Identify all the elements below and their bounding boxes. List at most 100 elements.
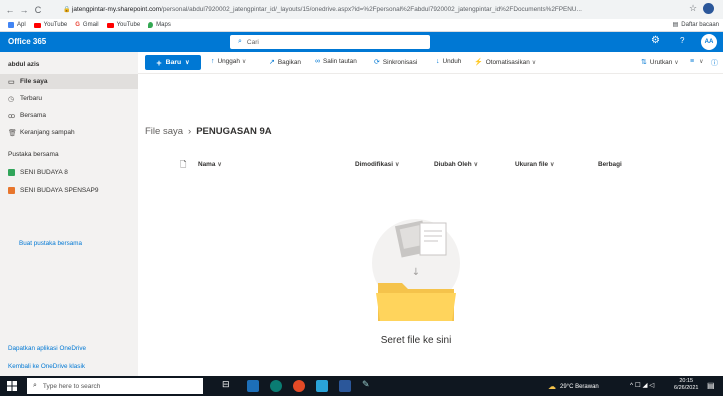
copy-link-button[interactable]: ∞ Salin tautan: [315, 58, 357, 65]
download-arrow-icon: ↓: [436, 58, 440, 65]
chevron-down-icon: ∨: [185, 60, 190, 66]
breadcrumb-root[interactable]: File saya: [145, 126, 183, 137]
chevron-down-icon: ∨: [674, 59, 679, 66]
maps-pin-icon: [148, 22, 154, 28]
shared-libraries-heading: Pustaka bersama: [8, 151, 59, 158]
bookmark-label: Apl: [17, 22, 26, 28]
bookmark-apps[interactable]: Apl: [8, 22, 26, 28]
automate-button[interactable]: ⚡ Otomatisasikan ∨: [474, 58, 537, 67]
flow-icon: ⚡: [474, 59, 483, 66]
forward-arrow-icon[interactable]: →: [17, 3, 31, 17]
classic-onedrive-link[interactable]: Kembali ke OneDrive klasik: [8, 363, 85, 370]
bookmark-youtube[interactable]: YouTube: [33, 22, 68, 28]
sidebar-item-library-1[interactable]: SENI BUDAYA 8: [0, 165, 138, 180]
bookmark-label: Maps: [156, 22, 171, 28]
gmail-icon: G: [75, 22, 80, 28]
bookmark-star-icon[interactable]: ☆: [689, 3, 697, 14]
chevron-down-icon: ∨: [473, 162, 479, 168]
sidebar-item-library-2[interactable]: SENI BUDAYA SPENSAP9: [0, 183, 138, 198]
back-arrow-icon[interactable]: ←: [3, 3, 17, 17]
view-list-icon: ≡: [690, 58, 695, 65]
info-pane-button[interactable]: ⓘ: [711, 58, 721, 68]
app-icon[interactable]: [316, 380, 328, 392]
column-modified[interactable]: Dimodifikasi ∨: [355, 161, 399, 168]
view-options-button[interactable]: ≡ ∨: [690, 58, 704, 65]
weather-widget[interactable]: ☁ 29°C Berawan: [548, 382, 599, 391]
lock-icon: 🔒: [63, 7, 71, 13]
reading-list[interactable]: ▤ Daftar bacaan: [672, 21, 719, 29]
profile-avatar[interactable]: [703, 3, 714, 14]
help-icon[interactable]: ?: [680, 36, 684, 45]
app-icon-2[interactable]: ✎: [362, 379, 374, 391]
bookmark-gmail[interactable]: G Gmail: [75, 22, 99, 28]
windows-start-icon[interactable]: [7, 381, 17, 391]
column-name[interactable]: Nama ∨: [198, 161, 222, 168]
folder-icon: ▭: [8, 78, 15, 86]
sidebar-item-my-files[interactable]: ▭ File saya: [0, 74, 138, 89]
people-icon: ꝏ: [8, 112, 16, 120]
sidebar-item-label: Bersama: [20, 112, 47, 119]
trash-icon: 🗑: [8, 129, 17, 137]
column-modified-by[interactable]: Diubah Oleh ∨: [434, 161, 478, 168]
weather-text: 29°C Berawan: [560, 383, 599, 390]
edge-icon[interactable]: [270, 380, 282, 392]
breadcrumb: File saya › PENUGASAN 9A: [145, 126, 272, 137]
sidebar-item-shared[interactable]: ꝏ Bersama: [0, 108, 138, 123]
task-view-icon[interactable]: ⊟: [222, 379, 234, 391]
chevron-down-icon: ∨: [241, 59, 247, 65]
chevron-down-icon: ∨: [395, 162, 400, 168]
sidebar-item-label: SENI BUDAYA 8: [20, 169, 68, 176]
share-button[interactable]: ↗ Bagikan: [269, 58, 301, 67]
sidebar-item-label: File saya: [20, 78, 48, 85]
file-explorer-icon[interactable]: [247, 380, 259, 392]
taskbar-clock[interactable]: 20:15 6/26/2021: [674, 378, 698, 392]
address-bar[interactable]: 🔒 jatengpintar-my.sharepoint.com/persona…: [62, 3, 684, 16]
sidebar-item-label: Keranjang sampah: [20, 129, 75, 136]
new-button[interactable]: + Baru ∨: [145, 55, 201, 70]
share-icon: ↗: [269, 59, 275, 66]
reading-list-icon: ▤: [672, 22, 679, 28]
link-icon: ∞: [315, 58, 320, 65]
upload-arrow-icon: ↑: [211, 58, 215, 65]
settings-gear-icon[interactable]: ⚙: [651, 35, 660, 46]
user-name: abdul azis: [8, 61, 40, 68]
word-icon[interactable]: [339, 380, 351, 392]
sidebar-item-recycle-bin[interactable]: 🗑 Keranjang sampah: [0, 125, 138, 140]
info-icon: ⓘ: [711, 60, 718, 67]
bookmark-maps[interactable]: Maps: [148, 22, 171, 28]
upload-label: Unggah: [217, 58, 240, 65]
notification-icon[interactable]: ▤: [707, 381, 715, 390]
search-icon: ⌕: [238, 38, 242, 45]
column-file-size[interactable]: Ukuran file ∨: [515, 161, 554, 168]
taskbar-search-input[interactable]: ⌕ Type here to search: [27, 378, 203, 394]
sort-icon: ⇅: [641, 59, 647, 66]
app-title[interactable]: Office 365: [8, 37, 46, 46]
file-list-header: 🗋 Nama ∨ Dimodifikasi ∨ Diubah Oleh ∨ Ukura…: [138, 158, 723, 172]
reload-icon[interactable]: C: [31, 3, 45, 17]
sync-label: Sinkronisasi: [382, 58, 418, 66]
chrome-icon[interactable]: [293, 380, 305, 392]
upload-button[interactable]: ↑ Unggah ∨: [211, 58, 246, 65]
browser-toolbar: ← → C 🔒 jatengpintar-my.sharepoint.com/p…: [0, 0, 723, 19]
clock-date: 6/26/2021: [674, 385, 699, 391]
library-icon: [8, 187, 15, 194]
file-type-icon[interactable]: 🗋: [180, 159, 186, 173]
column-label: Diubah Oleh: [434, 161, 472, 168]
apps-grid-icon: [8, 22, 14, 28]
get-onedrive-app-link[interactable]: Dapatkan aplikasi OneDrive: [8, 345, 86, 352]
chevron-down-icon: ∨: [531, 59, 537, 66]
search-input[interactable]: ⌕ Cari: [230, 35, 430, 49]
create-shared-library-link[interactable]: Buat pustaka bersama: [19, 240, 82, 247]
copy-link-label: Salin tautan: [323, 58, 357, 65]
sync-icon: ⟳: [374, 59, 380, 66]
bookmark-youtube-2[interactable]: YouTube: [106, 22, 140, 28]
system-tray-icons[interactable]: ^ ☐ ◢ ◁: [630, 381, 654, 389]
new-button-label: Baru: [165, 59, 182, 66]
sync-button[interactable]: ⟳ Sinkronisasi: [374, 58, 418, 67]
sort-button[interactable]: ⇅ Urutkan ∨: [641, 58, 679, 67]
bookmark-label: YouTube: [43, 22, 68, 28]
download-button[interactable]: ↓ Unduh: [436, 58, 461, 65]
column-sharing[interactable]: Berbagi: [598, 161, 622, 168]
sidebar-item-recent[interactable]: ◷ Terbaru: [0, 91, 138, 106]
avatar[interactable]: AA: [701, 34, 717, 50]
